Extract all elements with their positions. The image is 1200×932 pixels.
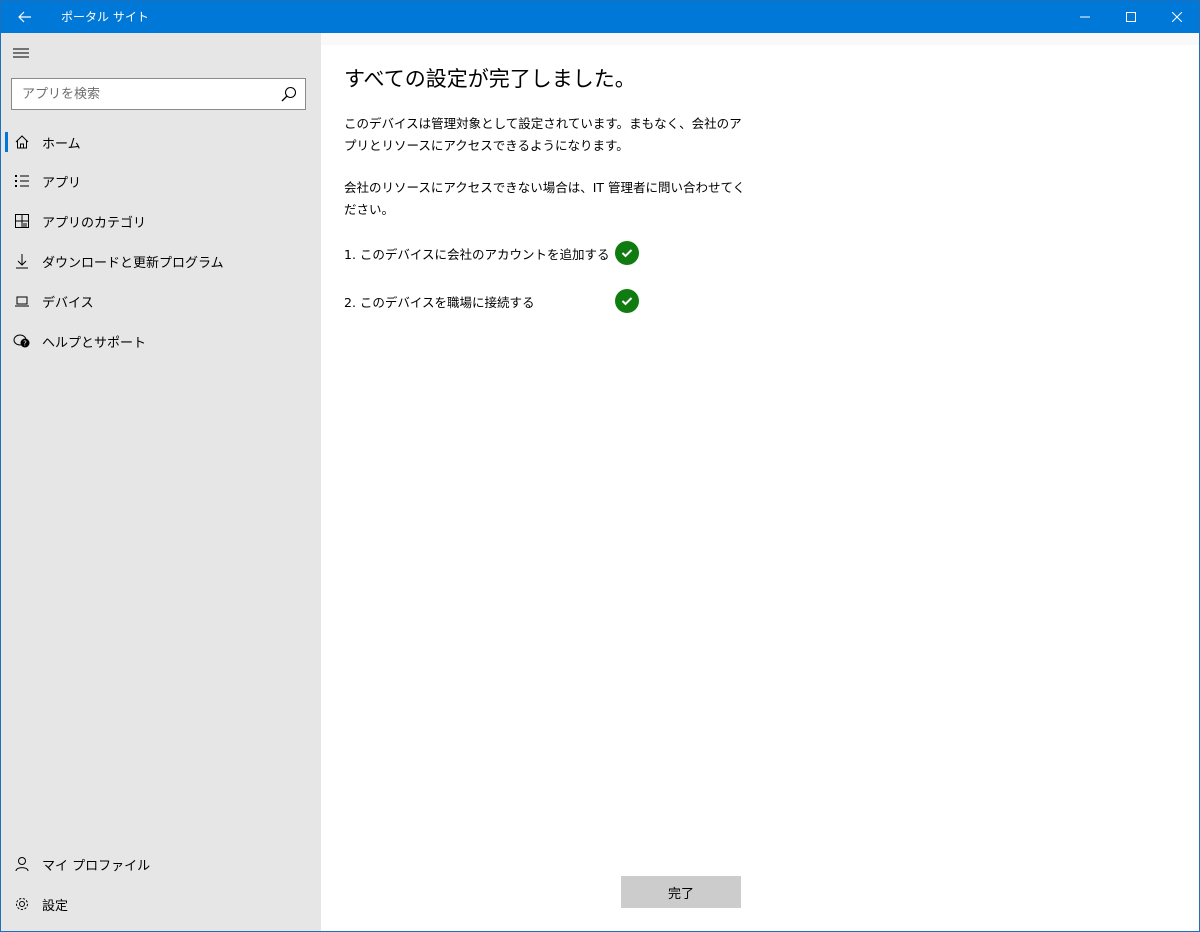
search-box	[11, 78, 306, 110]
nav-label: 設定	[42, 898, 69, 914]
nav-label: デバイス	[42, 295, 94, 311]
page-title: すべての設定が完了しました。	[344, 67, 636, 91]
nav-label: アプリ	[42, 175, 82, 191]
nav-label: ダウンロードと更新プログラム	[42, 255, 224, 271]
main-content: すべての設定が完了しました。 このデバイスは管理対象として設定されています。まも…	[321, 33, 1199, 931]
device-icon	[12, 291, 32, 311]
maximize-button[interactable]	[1108, 1, 1154, 33]
nav-item-downloads[interactable]: ダウンロードと更新プログラム	[1, 241, 321, 281]
maximize-icon	[1126, 12, 1136, 22]
check-circle-icon	[615, 241, 639, 265]
nav-item-devices[interactable]: デバイス	[1, 281, 321, 321]
status-paragraph: このデバイスは管理対象として設定されています。まもなく、会社のアプリとリソースに…	[344, 116, 742, 153]
title-bar: ポータル サイト	[1, 1, 1199, 33]
nav-label: ヘルプとサポート	[42, 335, 147, 351]
svg-text:?: ?	[23, 340, 27, 348]
done-button[interactable]: 完了	[621, 876, 741, 908]
home-icon	[12, 132, 32, 152]
search-icon[interactable]	[279, 84, 299, 104]
close-button[interactable]	[1154, 1, 1200, 33]
nav-item-settings[interactable]: 設定	[1, 884, 321, 924]
step-label: 1. このデバイスに会社のアカウントを追加する	[344, 246, 610, 262]
nav-label: マイ プロファイル	[42, 858, 151, 874]
hamburger-icon	[13, 48, 29, 58]
nav-item-apps[interactable]: アプリ	[1, 161, 321, 201]
back-button[interactable]	[1, 1, 49, 33]
setup-step: 2. このデバイスを職場に接続する	[344, 289, 535, 313]
minimize-icon	[1080, 16, 1090, 18]
back-arrow-icon	[18, 11, 31, 23]
step-label: 2. このデバイスを職場に接続する	[344, 294, 535, 310]
minimize-button[interactable]	[1062, 1, 1108, 33]
nav-label: アプリのカテゴリ	[42, 215, 147, 231]
list-icon	[12, 171, 32, 191]
setup-step: 1. このデバイスに会社のアカウントを追加する	[344, 241, 610, 265]
close-icon	[1172, 12, 1182, 22]
nav-label: ホーム	[42, 136, 81, 152]
person-icon	[12, 854, 32, 874]
navigation-pane: ホーム アプリ アプリのカテゴリ	[1, 33, 321, 931]
contact-admin-paragraph: 会社のリソースにアクセスできない場合は、IT 管理者に問い合わせてください。	[344, 180, 746, 217]
app-window: ポータル サイト アプリを検索 ホーム アプリ アプリのカテゴリ ダウンロードと…	[0, 0, 1200, 932]
hamburger-menu-button[interactable]	[1, 33, 41, 73]
help-icon: ?	[12, 331, 32, 351]
nav-item-my-profile[interactable]: マイ プロファイル	[1, 844, 321, 884]
download-icon	[12, 251, 32, 271]
nav-item-app-categories[interactable]: アプリのカテゴリ	[1, 201, 321, 241]
nav-item-help-support[interactable]: ? ヘルプとサポート	[1, 321, 321, 361]
category-icon	[12, 211, 32, 231]
nav-item-home[interactable]: ホーム	[1, 122, 321, 162]
search-input[interactable]	[12, 79, 272, 109]
gear-icon	[12, 894, 32, 914]
check-circle-icon	[615, 289, 639, 313]
window-title: ポータル サイト	[61, 10, 149, 24]
